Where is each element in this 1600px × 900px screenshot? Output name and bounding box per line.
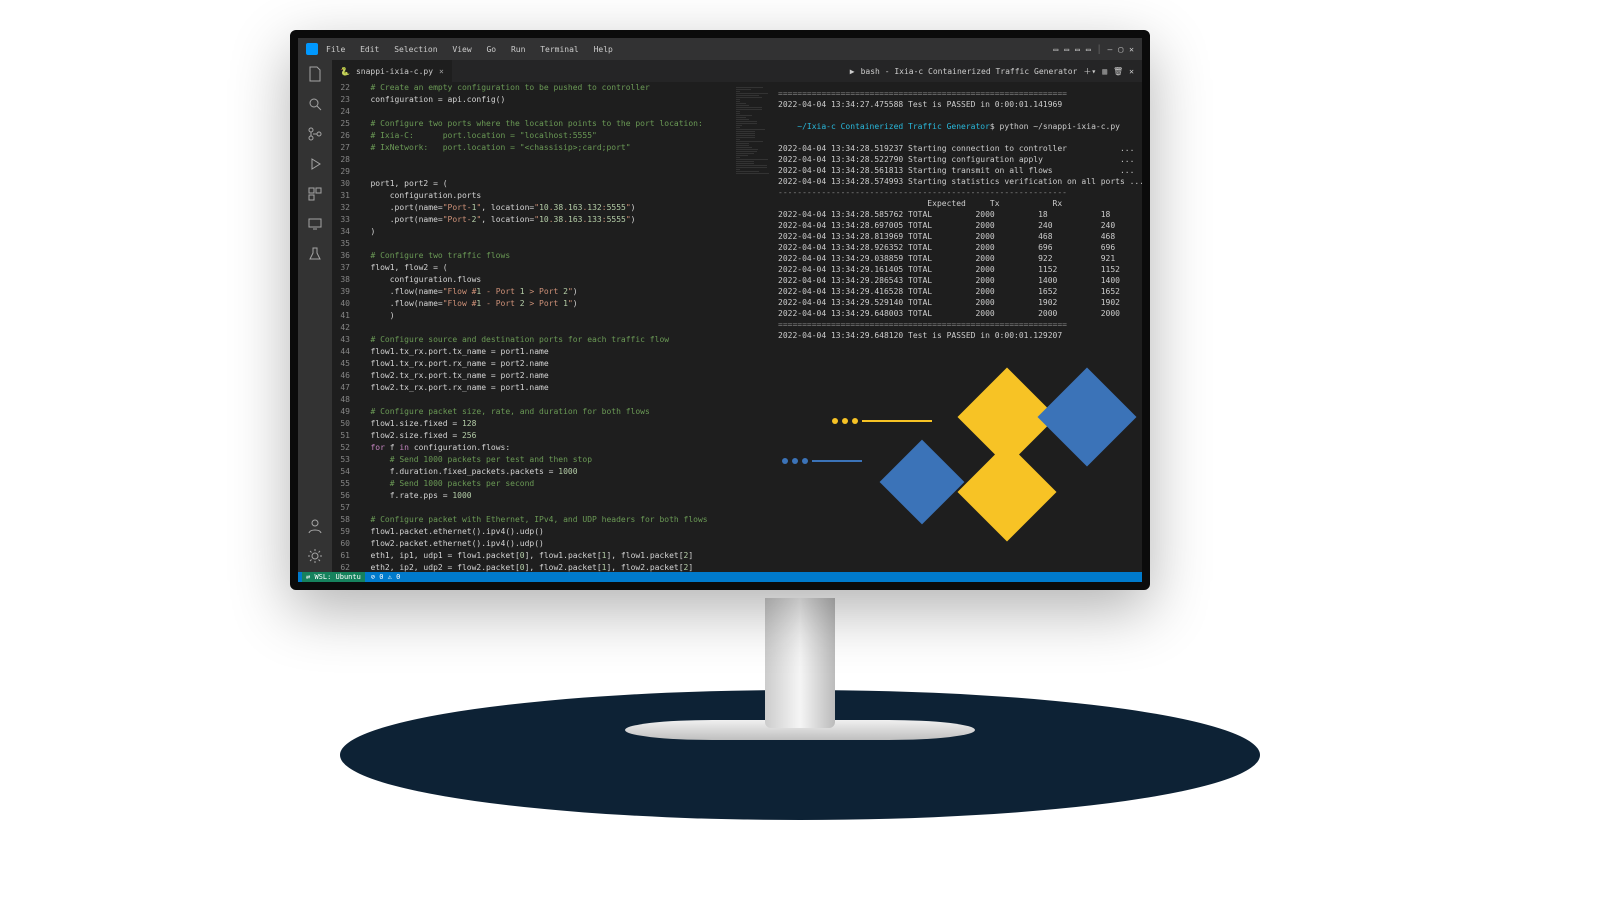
account-icon[interactable] [307,518,323,534]
vscode-window: File Edit Selection View Go Run Terminal… [298,38,1142,582]
layout-icon[interactable]: ▭ [1053,45,1058,54]
code-line: 24 [332,106,732,118]
remote-icon: ⇄ [306,573,310,581]
code-line: 48 [332,394,732,406]
code-line: 46 flow2.tx_rx.port.tx_name = port2.name [332,370,732,382]
code-line: 52 for f in configuration.flows: [332,442,732,454]
minimize-icon[interactable]: — [1108,45,1113,54]
code-line: 49 # Configure packet size, rate, and du… [332,406,732,418]
code-line: 35 [332,238,732,250]
code-line: 54 f.duration.fixed_packets.packets = 10… [332,466,732,478]
code-line: 23 configuration = api.config() [332,94,732,106]
menu-selection[interactable]: Selection [394,45,437,54]
add-terminal-icon[interactable]: ＋▾ [1083,66,1096,77]
code-line: 22 # Create an empty configuration to be… [332,82,732,94]
status-bar: ⇄ WSL: Ubuntu ⊘ 0 ⚠ 0 [298,572,1142,582]
layout-icon[interactable]: ▭ [1064,45,1069,54]
code-line: 56 f.rate.pps = 1000 [332,490,732,502]
code-line: 47 flow2.tx_rx.port.rx_name = port1.name [332,382,732,394]
split-terminal-icon[interactable]: ▥ [1102,67,1107,76]
menu-file[interactable]: File [326,45,345,54]
terminal-tabs: ▶ bash - Ixia-c Containerized Traffic Ge… [850,60,1142,82]
terminal-tab-label[interactable]: bash - Ixia-c Containerized Traffic Gene… [861,67,1078,76]
menu-view[interactable]: View [452,45,471,54]
code-line: 45 flow1.tx_rx.port.rx_name = port2.name [332,358,732,370]
code-line: 44 flow1.tx_rx.port.tx_name = port1.name [332,346,732,358]
code-line: 32 .port(name="Port-1", location="10.38.… [332,202,732,214]
menu-help[interactable]: Help [594,45,613,54]
layout-icon[interactable]: ▭ [1086,45,1091,54]
git-icon[interactable] [307,126,323,142]
gear-icon[interactable] [307,548,323,564]
tab-snappi-ixia-c[interactable]: 🐍 snappi-ixia-c.py × [332,60,452,82]
menu-go[interactable]: Go [486,45,496,54]
code-line: 39 .flow(name="Flow #1 - Port 1 > Port 2… [332,286,732,298]
files-icon[interactable] [307,66,323,82]
close-icon[interactable]: ✕ [1129,45,1134,54]
code-line: 36 # Configure two traffic flows [332,250,732,262]
code-line: 51 flow2.size.fixed = 256 [332,430,732,442]
code-line: 60 flow2.packet.ethernet().ipv4().udp() [332,538,732,550]
menu-edit[interactable]: Edit [360,45,379,54]
code-line: 28 [332,154,732,166]
debug-icon[interactable] [307,156,323,172]
kill-terminal-icon[interactable]: 🗑 [1113,67,1123,76]
code-line: 25 # Configure two ports where the locat… [332,118,732,130]
code-line: 58 # Configure packet with Ethernet, IPv… [332,514,732,526]
code-line: 30 port1, port2 = ( [332,178,732,190]
title-bar: File Edit Selection View Go Run Terminal… [298,38,1142,60]
terminal-output[interactable]: ========================================… [772,82,1142,572]
remote-indicator[interactable]: ⇄ WSL: Ubuntu [302,572,365,582]
code-line: 38 configuration.flows [332,274,732,286]
terminal-shell-icon: ▶ [850,67,855,76]
problems-indicator[interactable]: ⊘ 0 ⚠ 0 [371,573,401,581]
search-icon[interactable] [307,96,323,112]
menu-run[interactable]: Run [511,45,525,54]
code-line: 37 flow1, flow2 = ( [332,262,732,274]
tab-label: snappi-ixia-c.py [356,67,433,76]
code-line: 57 [332,502,732,514]
code-line: 41 ) [332,310,732,322]
python-file-icon: 🐍 [340,67,350,76]
menu-terminal[interactable]: Terminal [540,45,579,54]
code-line: 40 .flow(name="Flow #1 - Port 2 > Port 1… [332,298,732,310]
code-line: 55 # Send 1000 packets per second [332,478,732,490]
code-line: 61 eth1, ip1, udp1 = flow1.packet[0], fl… [332,550,732,562]
code-line: 50 flow1.size.fixed = 128 [332,418,732,430]
main-menu: File Edit Selection View Go Run Terminal… [326,45,623,54]
test-icon[interactable] [307,246,323,262]
maximize-icon[interactable]: ▢ [1118,45,1123,54]
close-panel-icon[interactable]: ✕ [1129,67,1134,76]
remote-icon[interactable] [307,216,323,232]
activity-bar [298,60,332,572]
close-tab-icon[interactable]: × [439,67,444,76]
code-line: 62 eth2, ip2, udp2 = flow2.packet[0], fl… [332,562,732,572]
code-line: 26 # Ixia-C: port.location = "localhost:… [332,130,732,142]
code-line: 59 flow1.packet.ethernet().ipv4().udp() [332,526,732,538]
code-line: 31 configuration.ports [332,190,732,202]
code-line: 29 [332,166,732,178]
layout-icon[interactable]: ▭ [1075,45,1080,54]
code-editor[interactable]: 22 # Create an empty configuration to be… [332,82,732,572]
vscode-logo-icon [306,43,318,55]
code-line: 27 # IxNetwork: port.location = "<chassi… [332,142,732,154]
code-line: 42 [332,322,732,334]
extensions-icon[interactable] [307,186,323,202]
code-line: 33 .port(name="Port-2", location="10.38.… [332,214,732,226]
code-line: 43 # Configure source and destination po… [332,334,732,346]
code-line: 34 ) [332,226,732,238]
minimap[interactable] [732,82,772,572]
code-line: 53 # Send 1000 packets per test and then… [332,454,732,466]
